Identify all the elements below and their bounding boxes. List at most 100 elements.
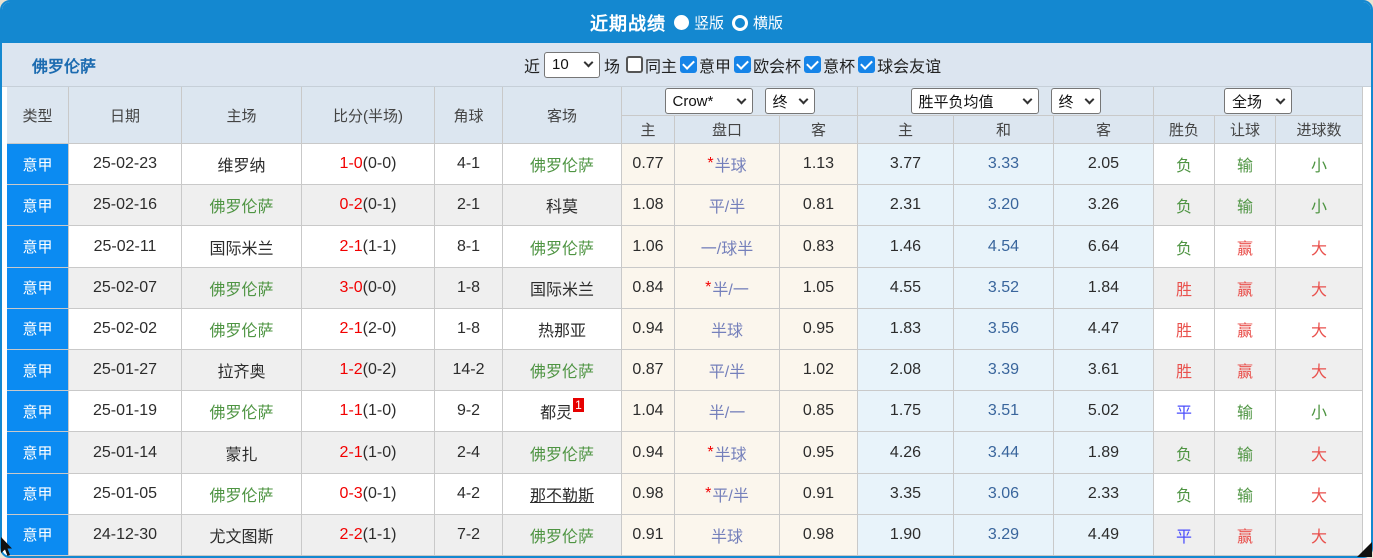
away-team-cell[interactable]: 佛罗伦萨 <box>503 144 622 186</box>
home-team-cell[interactable]: 蒙扎 <box>182 432 302 474</box>
radio-horizontal-icon[interactable] <box>732 14 748 31</box>
col-header-score: 比分(半场) <box>302 87 435 144</box>
home-team-cell[interactable]: 维罗纳 <box>182 144 302 186</box>
top-bar: 近期战绩 竖版 横版 <box>2 2 1371 43</box>
checkbox-checked-icon[interactable] <box>680 56 698 73</box>
league-cell: 意甲 <box>7 185 69 227</box>
goals-result-cell: 小 <box>1276 391 1363 433</box>
outcome-cell: 负 <box>1154 185 1215 227</box>
avg-stage-select[interactable]: 终 <box>1050 88 1101 114</box>
bookmaker-select[interactable]: Crow* <box>664 88 753 114</box>
league-cell: 意甲 <box>7 432 69 474</box>
away-team-cell[interactable]: 都灵 1 <box>503 391 622 433</box>
home-team-cell[interactable]: 佛罗伦萨 <box>182 185 302 227</box>
home-team-cell[interactable]: 拉齐奥 <box>182 350 302 392</box>
odds-home-cell: 1.06 <box>622 226 675 268</box>
filter-checkbox-item[interactable]: 意甲 <box>678 53 731 77</box>
odds-home-cell: 0.91 <box>622 514 675 556</box>
checkbox-label: 同主 <box>645 58 678 76</box>
handicap-result-cell: 输 <box>1215 144 1276 186</box>
checkbox-unchecked-icon[interactable] <box>626 56 644 73</box>
chevron-down-icon <box>1022 94 1032 104</box>
radio-vertical-icon[interactable] <box>673 15 689 30</box>
table-row: 意甲 25-02-23 维罗纳 1-0 (0-0) 4-1 佛罗伦萨 0.77 * 半球 1.13 3… <box>7 144 1366 186</box>
col-header-away: 客场 <box>503 87 622 144</box>
home-team-cell[interactable]: 尤文图斯 <box>182 514 302 556</box>
checkbox-checked-icon[interactable] <box>804 56 822 73</box>
avg-away-cell: 5.02 <box>1054 391 1154 433</box>
handicap-result-cell: 赢 <box>1215 350 1276 392</box>
avg-home-cell: 3.35 <box>858 473 954 515</box>
subheader-odds-home: 主 <box>622 116 675 144</box>
handicap-cell: * 半球 <box>675 432 780 474</box>
checkbox-checked-icon[interactable] <box>734 56 752 73</box>
odds-away-cell: 0.91 <box>780 473 858 515</box>
match-count-select[interactable]: 10 <box>544 51 601 78</box>
goals-result-cell: 小 <box>1276 144 1363 186</box>
league-cell: 意甲 <box>7 514 69 556</box>
outcome-cell: 平 <box>1154 391 1215 433</box>
home-team-cell[interactable]: 佛罗伦萨 <box>182 267 302 309</box>
goals-result-cell: 大 <box>1276 432 1363 474</box>
away-team-cell[interactable]: 那不勒斯 <box>503 473 622 515</box>
away-team-cell[interactable]: 佛罗伦萨 <box>503 514 622 556</box>
away-team-cell[interactable]: 科莫 <box>503 185 622 227</box>
home-team-cell[interactable]: 国际米兰 <box>182 226 302 268</box>
handicap-result-cell: 赢 <box>1215 514 1276 556</box>
corner-cell: 2-4 <box>435 432 503 474</box>
odds-group-header: Crow* 终 <box>622 87 858 116</box>
avg-draw-cell: 3.44 <box>954 432 1054 474</box>
page-title: 近期战绩 <box>589 13 666 34</box>
col-header-type: 类型 <box>7 87 69 144</box>
subheader-avg-home: 主 <box>858 116 954 144</box>
filter-controls: 近 10 场 同主 意甲 欧会杯 意杯 球会友谊 <box>520 43 941 86</box>
score-cell: 1-1 (1-0) <box>302 391 435 433</box>
home-team-cell[interactable]: 佛罗伦萨 <box>182 473 302 515</box>
filter-checkbox-item[interactable]: 同主 <box>624 53 677 77</box>
date-cell: 25-02-02 <box>69 308 182 351</box>
bookmaker-select-value: Crow* <box>672 92 714 110</box>
avg-home-cell: 1.75 <box>858 391 954 433</box>
outcome-cell: 负 <box>1154 226 1215 268</box>
score-cell: 2-1 (1-0) <box>302 432 435 474</box>
layout-radio-horizontal[interactable]: 横版 <box>732 12 783 33</box>
away-team-cell[interactable]: 佛罗伦萨 <box>503 350 622 392</box>
away-team-cell[interactable]: 佛罗伦萨 <box>503 226 622 268</box>
handicap-result-cell: 输 <box>1215 432 1276 474</box>
checkbox-checked-icon[interactable] <box>858 56 876 73</box>
corner-cell: 14-2 <box>435 350 503 392</box>
handicap-cell: 半/一 <box>675 391 780 433</box>
odds-home-cell: 0.98 <box>622 473 675 515</box>
filter-checkbox-item[interactable]: 球会友谊 <box>856 53 941 77</box>
away-team-cell[interactable]: 佛罗伦萨 <box>503 432 622 474</box>
away-team-cell[interactable]: 热那亚 <box>503 308 622 351</box>
period-select[interactable]: 全场 <box>1224 88 1292 114</box>
avg-draw-cell: 3.52 <box>954 267 1054 309</box>
outcome-cell: 胜 <box>1154 308 1215 351</box>
layout-radio-vertical[interactable]: 竖版 <box>673 12 724 33</box>
avg-odds-select[interactable]: 胜平负均值 <box>910 88 1039 114</box>
corner-cell: 8-1 <box>435 226 503 268</box>
odds-stage-value: 终 <box>772 93 788 111</box>
date-cell: 24-12-30 <box>69 514 182 556</box>
away-team-cell[interactable]: 国际米兰 <box>503 267 622 309</box>
handicap-cell: * 平/半 <box>675 473 780 515</box>
table-body: 意甲 25-02-23 维罗纳 1-0 (0-0) 4-1 佛罗伦萨 0.77 * 半球 1.13 3… <box>7 144 1366 556</box>
filter-checkbox-item[interactable]: 意杯 <box>802 53 855 77</box>
handicap-result-cell: 输 <box>1215 473 1276 515</box>
avg-away-cell: 3.61 <box>1054 350 1154 392</box>
home-team-cell[interactable]: 佛罗伦萨 <box>182 391 302 433</box>
score-cell: 2-2 (1-1) <box>302 514 435 556</box>
score-cell: 3-0 (0-0) <box>302 267 435 309</box>
odds-stage-select[interactable]: 终 <box>764 88 815 114</box>
table-header: 类型 日期 主场 比分(半场) 角球 客场 Crow* 终 胜平负均值 终 全场… <box>7 87 1366 144</box>
filter-checkbox-item[interactable]: 欧会杯 <box>732 53 801 77</box>
home-team-cell[interactable]: 佛罗伦萨 <box>182 308 302 351</box>
date-cell: 25-01-27 <box>69 350 182 392</box>
date-cell: 25-02-23 <box>69 144 182 186</box>
table-row: 意甲 25-02-16 佛罗伦萨 0-2 (0-1) 2-1 科莫 1.08 平/半 0.81 2.… <box>7 185 1366 227</box>
avg-draw-cell: 3.56 <box>954 308 1054 351</box>
handicap-result-cell: 赢 <box>1215 308 1276 351</box>
mouse-cursor-icon <box>1 537 12 556</box>
outcome-cell: 胜 <box>1154 350 1215 392</box>
